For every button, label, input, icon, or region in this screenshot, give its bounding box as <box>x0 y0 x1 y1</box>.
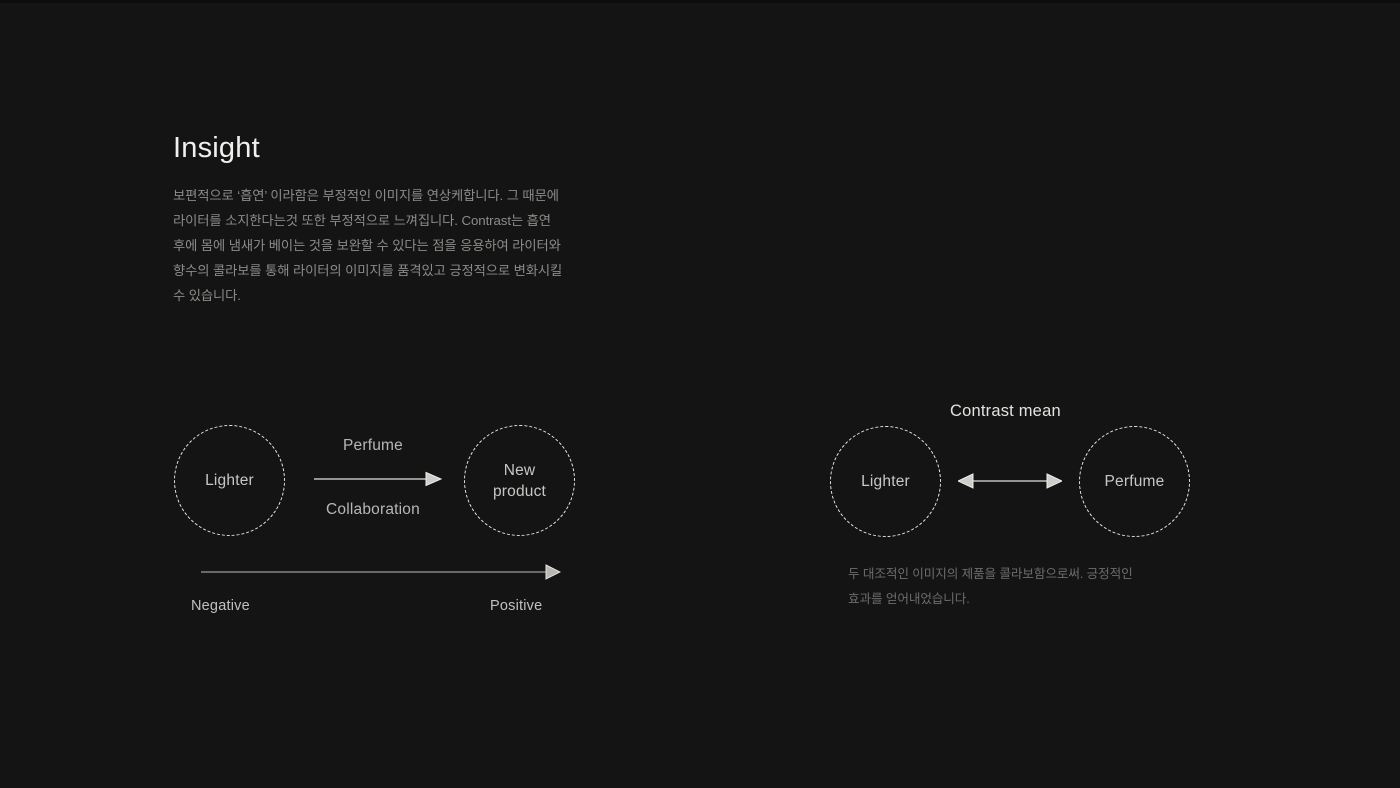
node-lighter-contrast-label: Lighter <box>861 473 910 490</box>
flow-label-perfume: Perfume <box>343 437 403 454</box>
node-perfume: Perfume <box>1079 426 1190 537</box>
contrast-mean-caption-line: 효과를 얻어내었습니다. <box>848 592 970 606</box>
node-lighter-contrast: Lighter <box>830 426 941 537</box>
insight-body-line: 수 있습니다. <box>173 288 241 303</box>
node-new-product-label: New product <box>493 460 546 502</box>
insight-section: Insight 보편적으로 ‘흡연’ 이라함은 부정적인 이미지를 연상케합니다… <box>173 134 603 308</box>
insight-body-line: 라이터를 소지한다는것 또한 부정적으로 느껴집니다. Contrast는 흡연 <box>173 213 551 228</box>
node-new-product: New product <box>464 425 575 536</box>
top-edge-strip <box>0 0 1400 3</box>
axis-label-negative: Negative <box>191 598 250 614</box>
flow-label-collaboration: Collaboration <box>326 501 420 518</box>
contrast-mean-caption-line: 두 대조적인 이미지의 제품을 콜라보함으로써. 긍정적인 <box>848 567 1133 581</box>
slide-canvas: Insight 보편적으로 ‘흡연’ 이라함은 부정적인 이미지를 연상케합니다… <box>0 0 1400 788</box>
node-new-product-label-line2: product <box>492 482 547 500</box>
insight-body-line: 보편적으로 ‘흡연’ 이라함은 부정적인 이미지를 연상케합니다. 그 때문에 <box>173 188 559 203</box>
node-perfume-label: Perfume <box>1104 473 1165 490</box>
insight-body-line: 향수의 콜라보를 통해 라이터의 이미지를 품격있고 긍정적으로 변화시킬 <box>173 263 563 278</box>
contrast-mean-caption: 두 대조적인 이미지의 제품을 콜라보함으로써. 긍정적인 효과를 얻어내었습니… <box>848 562 1188 612</box>
node-lighter-source: Lighter <box>174 425 285 536</box>
node-lighter-source-label: Lighter <box>205 472 254 489</box>
axis-label-positive: Positive <box>490 598 543 614</box>
page-title: Insight <box>173 132 260 164</box>
arrow-right-icon <box>314 471 443 487</box>
insight-body-text: 보편적으로 ‘흡연’ 이라함은 부정적인 이미지를 연상케합니다. 그 때문에 … <box>173 183 595 308</box>
contrast-mean-title: Contrast mean <box>950 402 1061 420</box>
insight-body-line: 후에 몸에 냄새가 베이는 것을 보완할 수 있다는 점을 응용하여 라이터와 <box>173 238 561 253</box>
arrow-spectrum-icon <box>201 564 561 580</box>
arrow-double-headed-icon <box>958 473 1062 489</box>
node-new-product-label-line1: New <box>503 461 536 479</box>
